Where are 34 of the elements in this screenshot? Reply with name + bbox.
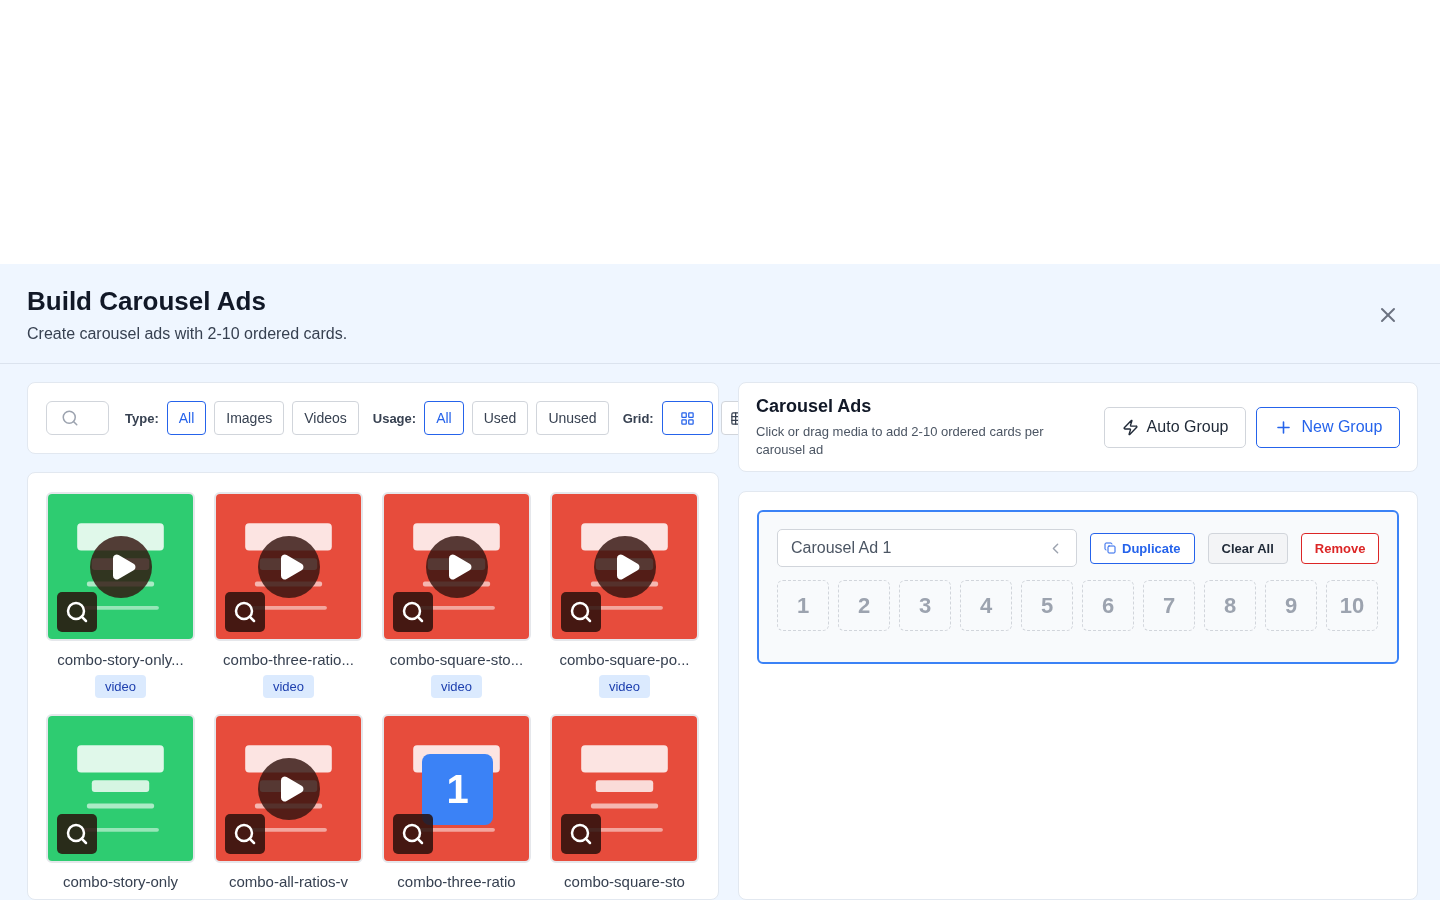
- type-filter-button[interactable]: Images: [214, 401, 285, 435]
- usage-filter-button[interactable]: All: [424, 401, 464, 435]
- section-description: Click or drag media to add 2-10 ordered cards per carousel ad: [756, 422, 1045, 459]
- new-group-button[interactable]: New Group: [1256, 406, 1401, 448]
- modal-title: Build Carousel Ads: [27, 286, 267, 317]
- group-name-field[interactable]: Carousel Ad 1: [777, 529, 1077, 567]
- auto-group-button[interactable]: Auto Group: [1103, 406, 1247, 448]
- usage-filter-button[interactable]: Unused: [536, 401, 609, 435]
- carousel-group[interactable]: Carousel Ad 1 Duplicate Clear All Remove 1 2 3 4 5 6 7 8 9 10: [757, 510, 1400, 664]
- media-type-tag: video: [94, 675, 147, 698]
- clear-all-button[interactable]: Clear All: [1207, 532, 1288, 564]
- media-name: combo-three-ratio: [397, 873, 516, 890]
- media-name: combo-three-ratio...: [223, 651, 354, 668]
- duplicate-button[interactable]: Duplicate: [1090, 532, 1195, 564]
- type-filter-button[interactable]: Videos: [292, 401, 359, 435]
- media-thumbnail[interactable]: 1: [382, 714, 531, 863]
- section-title: Carousel Ads: [756, 395, 873, 417]
- remove-button[interactable]: Remove: [1300, 532, 1380, 564]
- media-name: combo-square-po...: [559, 651, 690, 668]
- media-name: combo-all-ratios-v: [228, 873, 349, 890]
- media-type-tag: video: [598, 675, 651, 698]
- order-badge: 1: [422, 754, 493, 825]
- usage-filter-button[interactable]: Used: [471, 401, 529, 435]
- grid-label: Grid:: [622, 410, 654, 426]
- type-filter-button[interactable]: All: [166, 401, 207, 435]
- media-name: combo-square-sto: [564, 873, 685, 890]
- media-type-tag: video: [430, 675, 483, 698]
- media-name: combo-square-sto...: [389, 651, 524, 668]
- media-type-tag: video: [262, 675, 315, 698]
- usage-label: Usage:: [372, 410, 417, 426]
- media-name: combo-story-only...: [57, 651, 184, 668]
- modal-subtitle: Create carousel ads with 2-10 ordered cards.: [27, 325, 348, 343]
- media-name: combo-story-only: [62, 873, 178, 890]
- type-label: Type:: [125, 410, 159, 426]
